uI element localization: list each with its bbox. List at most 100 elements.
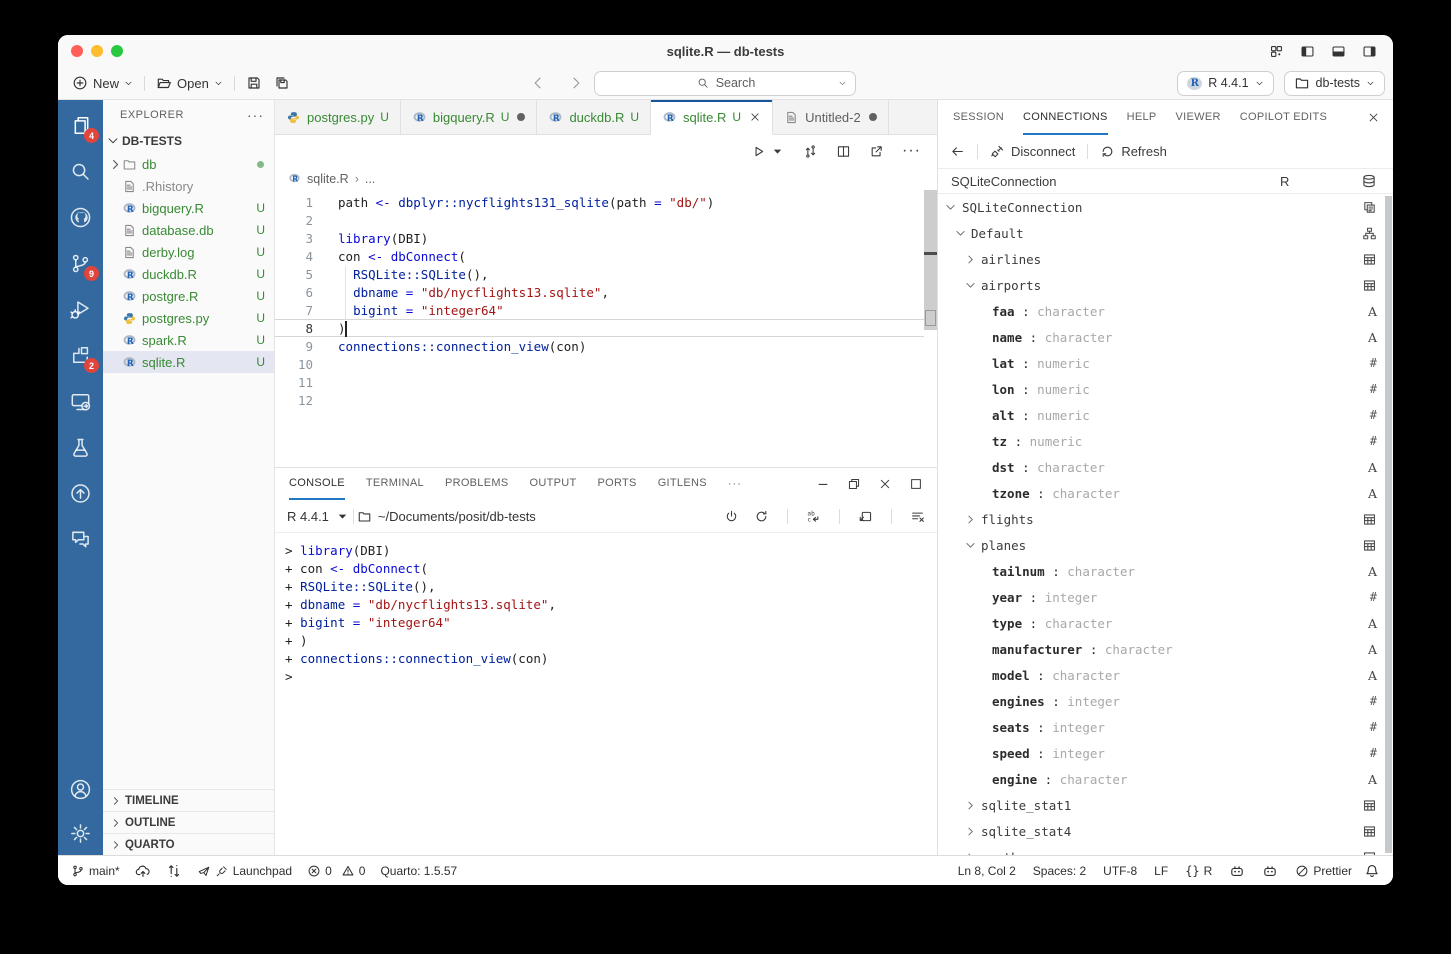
explorer-item-postgre.R[interactable]: Rpostgre.RU bbox=[103, 285, 274, 307]
explorer-item-postgres.py[interactable]: postgres.pyU bbox=[103, 307, 274, 329]
code-line-5[interactable]: 5 RSQLite::SQLite(), bbox=[275, 266, 924, 284]
interpreter-selector[interactable]: R R 4.4.1 bbox=[1177, 71, 1273, 96]
connections-tree-row-model[interactable]: model : characterA bbox=[938, 662, 1393, 688]
explorer-more-actions[interactable]: ··· bbox=[247, 107, 264, 123]
connections-tree-row-year[interactable]: year : integer# bbox=[938, 584, 1393, 610]
connections-tree-row-airlines[interactable]: airlines bbox=[938, 246, 1393, 272]
explorer-item-sqlite.R[interactable]: Rsqlite.RU bbox=[103, 351, 274, 373]
minimize-panel-icon[interactable] bbox=[816, 477, 830, 491]
activity-publish-button[interactable] bbox=[58, 470, 103, 516]
copilot-chat-icon[interactable] bbox=[1262, 863, 1278, 879]
code-line-11[interactable]: 11 bbox=[275, 374, 924, 392]
connections-tree-row-seats[interactable]: seats : integer# bbox=[938, 714, 1393, 740]
editor-tab-postgres.py[interactable]: postgres.pyU bbox=[275, 100, 401, 134]
chevron-down-icon[interactable] bbox=[964, 279, 977, 292]
chevron-down-icon[interactable] bbox=[954, 227, 967, 240]
sidebar-section-timeline[interactable]: TIMELINE bbox=[103, 789, 274, 811]
close-tab-icon[interactable] bbox=[749, 111, 761, 123]
connections-tree-row-manufacturer[interactable]: manufacturer : characterA bbox=[938, 636, 1393, 662]
formatter-indicator[interactable]: Prettier bbox=[1295, 864, 1352, 878]
activity-source-control-button[interactable]: 9 bbox=[58, 240, 103, 286]
activity-extensions-button[interactable]: 2 bbox=[58, 332, 103, 378]
connections-tree-row-tz[interactable]: tz : numeric# bbox=[938, 428, 1393, 454]
compare-changes-button[interactable] bbox=[166, 863, 182, 879]
activity-account-button[interactable] bbox=[58, 767, 103, 811]
activity-explorer-button[interactable]: 4 bbox=[58, 102, 103, 148]
code-editor[interactable]: 1path <- dbplyr::nycflights131_sqlite(pa… bbox=[275, 190, 937, 467]
maximize-panel-icon[interactable] bbox=[909, 477, 923, 491]
notifications-bell-icon[interactable] bbox=[1364, 863, 1380, 879]
breadcrumb[interactable]: R sqlite.R › ... bbox=[275, 167, 937, 190]
sidebar-section-outline[interactable]: OUTLINE bbox=[103, 811, 274, 833]
toggle-left-panel-icon[interactable] bbox=[1300, 44, 1315, 59]
right-tab-help[interactable]: HELP bbox=[1127, 100, 1157, 135]
split-editor-button[interactable] bbox=[836, 144, 851, 159]
connections-tree-row-sqlite_stat1[interactable]: sqlite_stat1 bbox=[938, 792, 1393, 818]
code-line-3[interactable]: 3library(DBI) bbox=[275, 230, 924, 248]
code-line-12[interactable]: 12 bbox=[275, 392, 924, 410]
activity-testing-button[interactable] bbox=[58, 424, 103, 470]
panel-tab-ports[interactable]: PORTS bbox=[598, 468, 637, 500]
chevron-right-icon[interactable] bbox=[964, 825, 977, 838]
indentation-indicator[interactable]: Spaces: 2 bbox=[1033, 864, 1086, 878]
save-button[interactable] bbox=[240, 75, 268, 91]
close-panel-icon[interactable] bbox=[878, 477, 892, 491]
connections-tree-row-lat[interactable]: lat : numeric# bbox=[938, 350, 1393, 376]
connections-tree-row-alt[interactable]: alt : numeric# bbox=[938, 402, 1393, 428]
publish-changes-button[interactable] bbox=[135, 863, 151, 879]
explorer-item-bigquery.R[interactable]: Rbigquery.RU bbox=[103, 197, 274, 219]
launchpad-button[interactable]: Launchpad bbox=[197, 864, 292, 878]
code-line-8[interactable]: 8) bbox=[275, 319, 924, 337]
code-line-4[interactable]: 4con <- dbConnect( bbox=[275, 248, 924, 266]
connections-tree-row-tzone[interactable]: tzone : characterA bbox=[938, 480, 1393, 506]
connections-tree-row-type[interactable]: type : characterA bbox=[938, 610, 1393, 636]
language-mode[interactable]: {} R bbox=[1185, 864, 1212, 878]
editor-tab-Untitled-2[interactable]: Untitled-2 bbox=[773, 100, 889, 134]
move-console-button[interactable] bbox=[858, 509, 873, 524]
explorer-item-derby.log[interactable]: derby.logU bbox=[103, 241, 274, 263]
chevron-right-icon[interactable] bbox=[964, 851, 977, 856]
explorer-root-folder[interactable]: DB-TESTS bbox=[103, 130, 274, 152]
code-line-2[interactable]: 2 bbox=[275, 212, 924, 230]
panel-tab-output[interactable]: OUTPUT bbox=[529, 468, 576, 500]
refresh-button[interactable]: Refresh bbox=[1100, 144, 1167, 159]
sidebar-section-quarto[interactable]: QUARTO bbox=[103, 833, 274, 855]
code-line-10[interactable]: 10 bbox=[275, 356, 924, 374]
right-tab-connections[interactable]: CONNECTIONS bbox=[1023, 100, 1108, 135]
editor-tab-duckdb.R[interactable]: Rduckdb.RU bbox=[537, 100, 651, 134]
connections-tree-row-tailnum[interactable]: tailnum : characterA bbox=[938, 558, 1393, 584]
toggle-right-panel-icon[interactable] bbox=[1362, 44, 1377, 59]
connections-tree-row-speed[interactable]: speed : integer# bbox=[938, 740, 1393, 766]
panel-tab-gitlens[interactable]: GITLENS bbox=[658, 468, 707, 500]
connections-tree-row-name[interactable]: name : characterA bbox=[938, 324, 1393, 350]
back-button[interactable] bbox=[530, 75, 546, 91]
connections-tree-row-SQLiteConnection[interactable]: SQLiteConnection bbox=[938, 194, 1393, 220]
working-directory[interactable]: ~/Documents/posit/db-tests bbox=[357, 509, 536, 524]
explorer-item-spark.R[interactable]: Rspark.RU bbox=[103, 329, 274, 351]
connections-tree-row-weather[interactable]: weather bbox=[938, 844, 1393, 855]
chevron-down-icon[interactable] bbox=[944, 201, 957, 214]
chevron-right-icon[interactable] bbox=[964, 799, 977, 812]
copilot-icon[interactable] bbox=[1229, 863, 1245, 879]
activity-settings-button[interactable] bbox=[58, 811, 103, 855]
toggle-bottom-panel-icon[interactable] bbox=[1331, 44, 1346, 59]
code-line-9[interactable]: 9connections::connection_view(con) bbox=[275, 338, 924, 356]
word-wrap-button[interactable]: abc bbox=[806, 509, 821, 524]
back-button[interactable] bbox=[950, 144, 965, 159]
editor-more-actions[interactable]: ··· bbox=[902, 142, 921, 160]
editor-scrollbar[interactable] bbox=[924, 190, 937, 467]
activity-run-debug-button[interactable] bbox=[58, 286, 103, 332]
connections-tree-row-sqlite_stat4[interactable]: sqlite_stat4 bbox=[938, 818, 1393, 844]
explorer-item-duckdb.R[interactable]: Rduckdb.RU bbox=[103, 263, 274, 285]
connections-tree-row-lon[interactable]: lon : numeric# bbox=[938, 376, 1393, 402]
source-script-button[interactable] bbox=[803, 144, 818, 159]
connections-tree-row-engine[interactable]: engine : characterA bbox=[938, 766, 1393, 792]
save-all-button[interactable] bbox=[268, 75, 296, 91]
right-tab-copilot-edits[interactable]: COPILOT EDITS bbox=[1240, 100, 1327, 135]
code-line-7[interactable]: 7 bigint = "integer64" bbox=[275, 302, 924, 320]
explorer-item-database.db[interactable]: database.dbU bbox=[103, 219, 274, 241]
search-input[interactable]: Search bbox=[594, 71, 856, 96]
code-line-1[interactable]: 1path <- dbplyr::nycflights131_sqlite(pa… bbox=[275, 194, 924, 212]
activity-search-button[interactable] bbox=[58, 148, 103, 194]
connections-tree-row-planes[interactable]: planes bbox=[938, 532, 1393, 558]
